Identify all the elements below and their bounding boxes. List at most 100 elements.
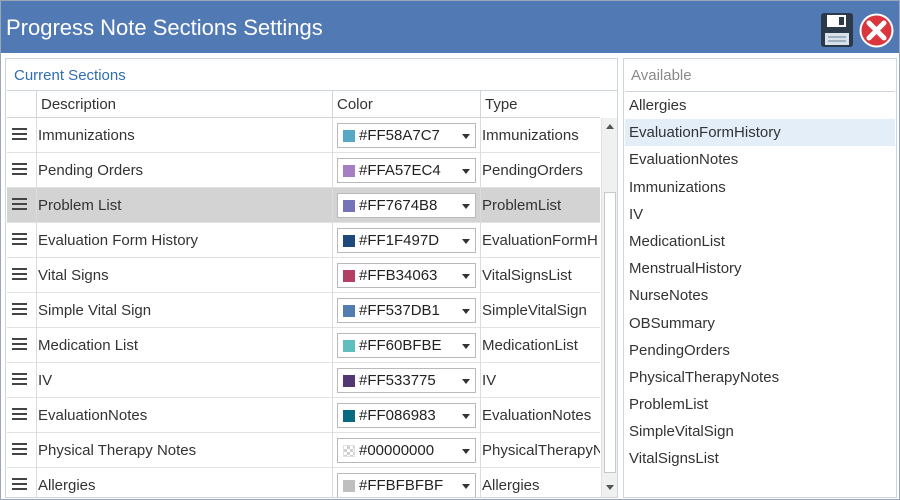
- row-description: Simple Vital Sign: [36, 293, 332, 328]
- drag-handle-icon[interactable]: [12, 233, 27, 247]
- row-type: MedicationList: [480, 328, 600, 363]
- color-picker-dropdown[interactable]: #FF086983: [337, 403, 476, 428]
- color-picker-dropdown[interactable]: #FF533775: [337, 368, 476, 393]
- row-description: Medication List: [36, 328, 332, 363]
- column-header-description[interactable]: Description: [36, 91, 332, 118]
- row-type: EvaluationFormH: [480, 223, 600, 258]
- scroll-up-arrow-icon[interactable]: [604, 121, 616, 133]
- table-row[interactable]: Allergies #FFBFBFBF Allergies: [7, 468, 600, 497]
- list-item[interactable]: PendingOrders: [625, 337, 895, 364]
- row-type: PhysicalTherapyN: [480, 433, 600, 468]
- row-description: Evaluation Form History: [36, 223, 332, 258]
- drag-handle-icon[interactable]: [12, 128, 27, 142]
- table-row[interactable]: IV #FF533775 IV: [7, 363, 600, 398]
- list-item[interactable]: MenstrualHistory: [625, 255, 895, 282]
- settings-window: Progress Note Sections Settings Current …: [0, 0, 900, 500]
- color-hex-value: #FFA57EC4: [359, 162, 441, 179]
- color-picker-dropdown[interactable]: #FF58A7C7: [337, 123, 476, 148]
- row-type: VitalSignsList: [480, 258, 600, 293]
- row-color-cell: #FF1F497D: [332, 223, 480, 258]
- color-hex-value: #FF537DB1: [359, 302, 440, 319]
- list-item[interactable]: SimpleVitalSign: [625, 418, 895, 445]
- close-icon: [859, 13, 894, 48]
- list-item[interactable]: VitalSignsList: [625, 445, 895, 472]
- drag-handle-icon[interactable]: [12, 338, 27, 352]
- floppy-disk-icon: [821, 13, 853, 47]
- drag-handle-icon[interactable]: [12, 408, 27, 422]
- color-picker-dropdown[interactable]: #FF1F497D: [337, 228, 476, 253]
- row-type: ProblemList: [480, 188, 600, 223]
- row-description: Problem List: [36, 188, 332, 223]
- list-item[interactable]: NurseNotes: [625, 282, 895, 309]
- table-row[interactable]: Immunizations #FF58A7C7 Immunizations: [7, 118, 600, 153]
- title-bar: Progress Note Sections Settings: [1, 1, 899, 53]
- row-color-cell: #FFB34063: [332, 258, 480, 293]
- list-item[interactable]: Allergies: [625, 92, 895, 119]
- available-panel: Available Allergies EvaluationFormHistory…: [623, 58, 897, 498]
- table-row[interactable]: Problem List #FF7674B8 ProblemList: [7, 188, 600, 223]
- row-color-cell: #FF537DB1: [332, 293, 480, 328]
- table-row[interactable]: Simple Vital Sign #FF537DB1 SimpleVitalS…: [7, 293, 600, 328]
- table-row[interactable]: Evaluation Form History #FF1F497D Evalua…: [7, 223, 600, 258]
- table-row[interactable]: Medication List #FF60BFBE MedicationList: [7, 328, 600, 363]
- grid-vertical-scrollbar[interactable]: [601, 118, 617, 497]
- list-item[interactable]: MedicationList: [625, 228, 895, 255]
- color-hex-value: #00000000: [359, 442, 435, 459]
- drag-handle-icon[interactable]: [12, 478, 27, 492]
- scrollbar-thumb[interactable]: [604, 192, 616, 473]
- color-hex-value: #FF533775: [359, 372, 436, 389]
- color-picker-dropdown[interactable]: #FFB34063: [337, 263, 476, 288]
- list-item[interactable]: EvaluationFormHistory: [625, 119, 895, 147]
- table-row[interactable]: Vital Signs #FFB34063 VitalSignsList: [7, 258, 600, 293]
- color-picker-dropdown[interactable]: #FF537DB1: [337, 298, 476, 323]
- chevron-down-icon: [462, 239, 470, 244]
- color-picker-dropdown[interactable]: #00000000: [337, 438, 476, 463]
- chevron-down-icon: [462, 449, 470, 454]
- drag-handle-icon[interactable]: [12, 373, 27, 387]
- color-picker-dropdown[interactable]: #FF7674B8: [337, 193, 476, 218]
- color-picker-dropdown[interactable]: #FFBFBFBF: [337, 473, 476, 497]
- grid-rows: Immunizations #FF58A7C7 Immunizations Pe…: [7, 118, 600, 497]
- drag-handle-icon[interactable]: [12, 163, 27, 177]
- scroll-down-arrow-icon[interactable]: [604, 482, 616, 494]
- drag-handle-icon[interactable]: [12, 268, 27, 282]
- table-row[interactable]: Physical Therapy Notes #00000000 Physica…: [7, 433, 600, 468]
- list-item[interactable]: EvaluationNotes: [625, 146, 895, 173]
- row-color-cell: #FF086983: [332, 398, 480, 433]
- color-picker-dropdown[interactable]: #FFA57EC4: [337, 158, 476, 183]
- list-item[interactable]: IV: [625, 201, 895, 228]
- list-item[interactable]: OBSummary: [625, 310, 895, 337]
- color-hex-value: #FF60BFBE: [359, 337, 442, 354]
- color-hex-value: #FF58A7C7: [359, 127, 440, 144]
- available-header: Available: [631, 67, 692, 84]
- list-item[interactable]: PhysicalTherapyNotes: [625, 364, 895, 391]
- drag-handle-icon[interactable]: [12, 443, 27, 457]
- list-item[interactable]: ProblemList: [625, 391, 895, 418]
- color-swatch: [343, 305, 355, 317]
- row-color-cell: #FF7674B8: [332, 188, 480, 223]
- current-sections-header: Current Sections: [14, 67, 126, 84]
- color-hex-value: #FF7674B8: [359, 197, 438, 214]
- column-header-color[interactable]: Color: [332, 91, 480, 118]
- row-color-cell: #00000000: [332, 433, 480, 468]
- grid-header-row: Description Color Type: [7, 91, 600, 118]
- table-row[interactable]: EvaluationNotes #FF086983 EvaluationNote…: [7, 398, 600, 433]
- color-picker-dropdown[interactable]: #FF60BFBE: [337, 333, 476, 358]
- chevron-down-icon: [462, 379, 470, 384]
- window-title: Progress Note Sections Settings: [6, 15, 323, 40]
- save-button[interactable]: [820, 12, 854, 48]
- close-button[interactable]: [858, 12, 895, 49]
- list-item[interactable]: Immunizations: [625, 174, 895, 201]
- row-type: Immunizations: [480, 118, 600, 153]
- drag-handle-icon[interactable]: [12, 303, 27, 317]
- drag-handle-icon[interactable]: [12, 198, 27, 212]
- color-swatch: [343, 200, 355, 212]
- row-type: PendingOrders: [480, 153, 600, 188]
- row-type: EvaluationNotes: [480, 398, 600, 433]
- row-description: Physical Therapy Notes: [36, 433, 332, 468]
- row-color-cell: #FFBFBFBF: [332, 468, 480, 497]
- column-header-type[interactable]: Type: [480, 91, 600, 118]
- row-description: Immunizations: [36, 118, 332, 153]
- color-swatch: [343, 340, 355, 352]
- table-row[interactable]: Pending Orders #FFA57EC4 PendingOrders: [7, 153, 600, 188]
